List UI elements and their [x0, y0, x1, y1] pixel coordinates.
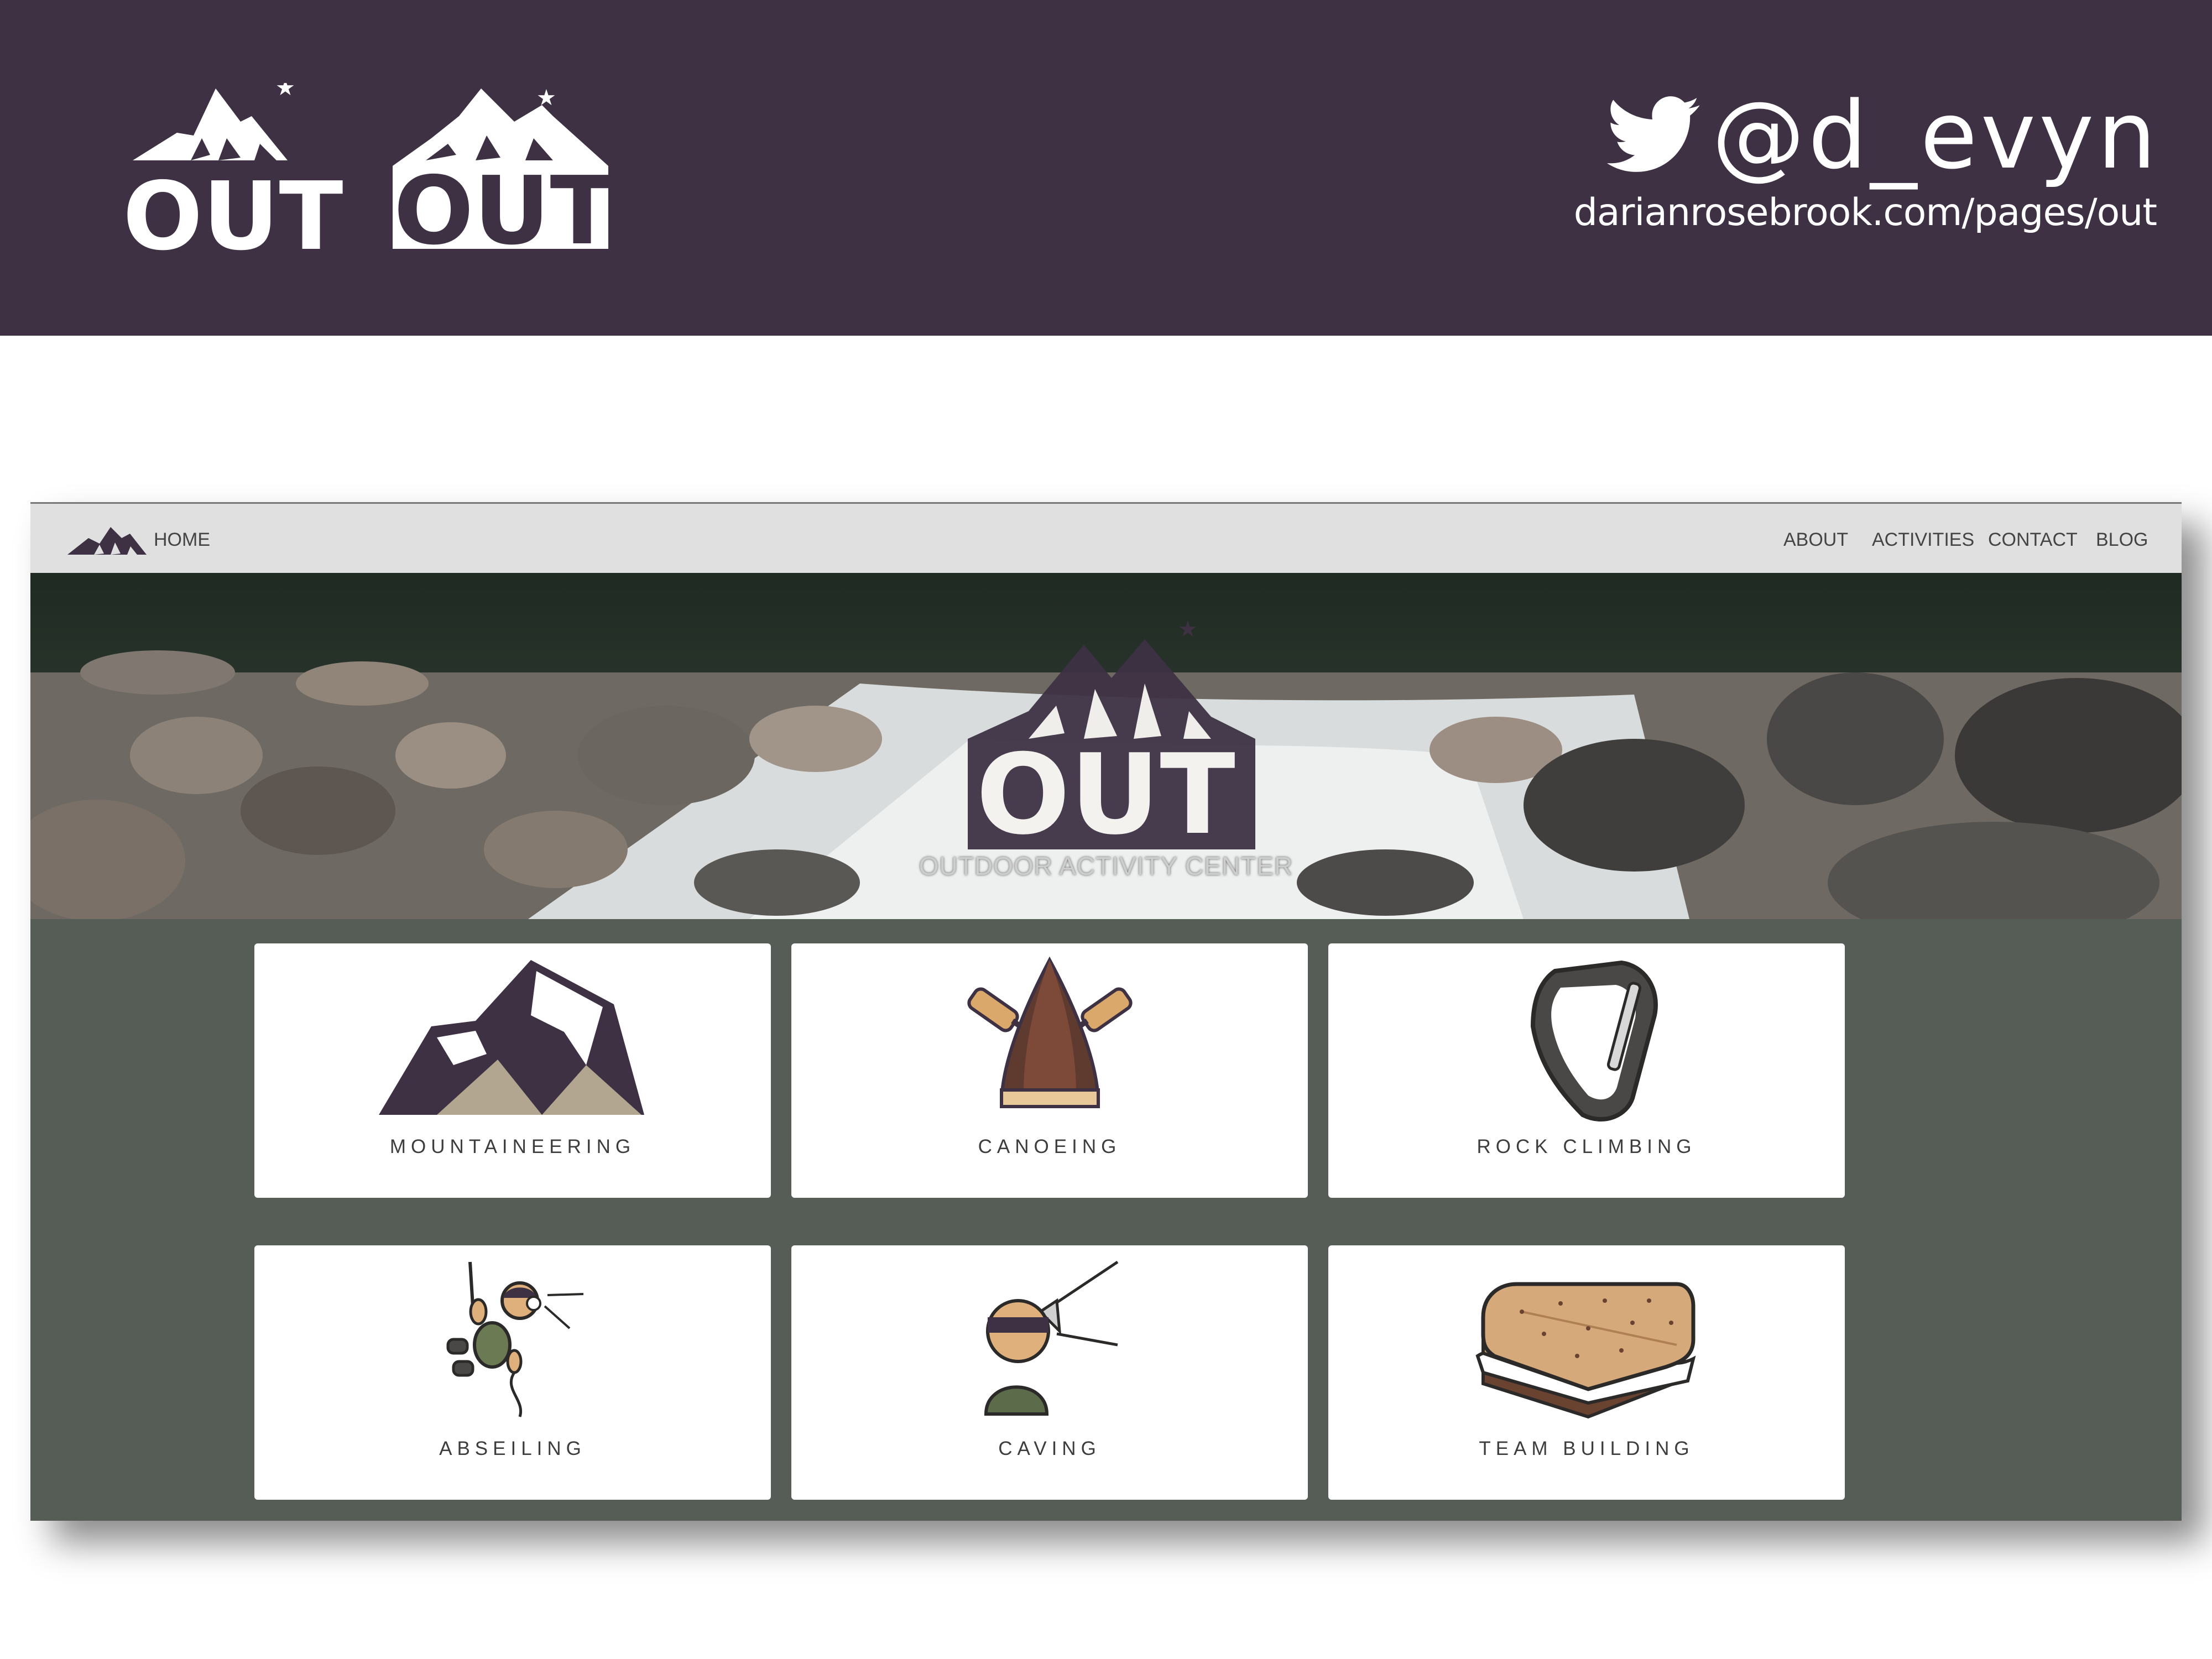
activity-label: CAVING: [998, 1438, 1101, 1459]
svg-text:★: ★: [1178, 617, 1198, 642]
twitter-handle-block: @d_evyn: [1606, 81, 2159, 190]
nav-blog[interactable]: BLOG: [2096, 523, 2148, 556]
hero-out-logo: ★ OUT: [946, 606, 1277, 859]
website-mockup: HOME ABOUT ACTIVITIES CONTACT BLOG ★ OUT…: [30, 502, 2182, 1521]
out-logo-outline: ★ OUT: [122, 83, 343, 260]
canoe-icon: [967, 956, 1133, 1108]
activity-card-rock-climbing[interactable]: ROCK CLIMBING: [1328, 943, 1845, 1198]
activity-card-canoeing[interactable]: CANOEING: [791, 943, 1308, 1198]
mountain-icon: [379, 960, 644, 1115]
nav-contact[interactable]: CONTACT: [1988, 523, 2078, 556]
logo-solid-text: OUT: [394, 156, 614, 260]
headlamp-caver-icon: [984, 1260, 1119, 1416]
nav-activities[interactable]: ACTIVITIES: [1872, 523, 1974, 556]
activity-card-caving[interactable]: CAVING: [791, 1245, 1308, 1500]
svg-text:★: ★: [536, 85, 556, 111]
activity-card-mountaineering[interactable]: MOUNTAINEERING: [254, 943, 771, 1198]
hero-banner: ★ OUT OUTDOOR ACTIVITY CENTER: [30, 573, 2182, 919]
svg-text:★: ★: [275, 83, 295, 101]
smore-icon: [1475, 1282, 1696, 1419]
climber-icon: [446, 1261, 584, 1417]
hero-logo-text: OUT: [976, 731, 1235, 849]
site-navbar: HOME ABOUT ACTIVITIES CONTACT BLOG: [30, 502, 2182, 573]
activity-label: MOUNTAINEERING: [389, 1136, 636, 1157]
twitter-handle: @d_evyn: [1712, 81, 2159, 190]
hero-tagline: OUTDOOR ACTIVITY CENTER: [919, 852, 1293, 880]
activity-card-abseiling[interactable]: ABSEILING: [254, 1245, 771, 1500]
activity-card-team-building[interactable]: TEAM BUILDING: [1328, 1245, 1845, 1500]
logo-outline-text: OUT: [123, 162, 343, 260]
portfolio-link[interactable]: darianrosebrook.com/pages/out: [1574, 191, 2157, 235]
twitter-bird-icon: [1606, 96, 1699, 172]
activity-label: TEAM BUILDING: [1479, 1438, 1694, 1459]
nav-home-link[interactable]: HOME: [66, 520, 210, 559]
mountain-logo-icon: [67, 527, 147, 555]
nav-home-label: HOME: [154, 529, 210, 550]
out-logo-solid: ★ OUT: [387, 83, 619, 260]
top-banner: ★ OUT ★ OUT @d_evyn darianrosebrook.com/…: [0, 0, 2212, 336]
activity-label: CANOEING: [978, 1136, 1121, 1157]
activity-label: ROCK CLIMBING: [1477, 1136, 1697, 1157]
activity-label: ABSEILING: [439, 1438, 586, 1459]
carabiner-icon: [1530, 960, 1658, 1121]
nav-about[interactable]: ABOUT: [1783, 523, 1848, 556]
